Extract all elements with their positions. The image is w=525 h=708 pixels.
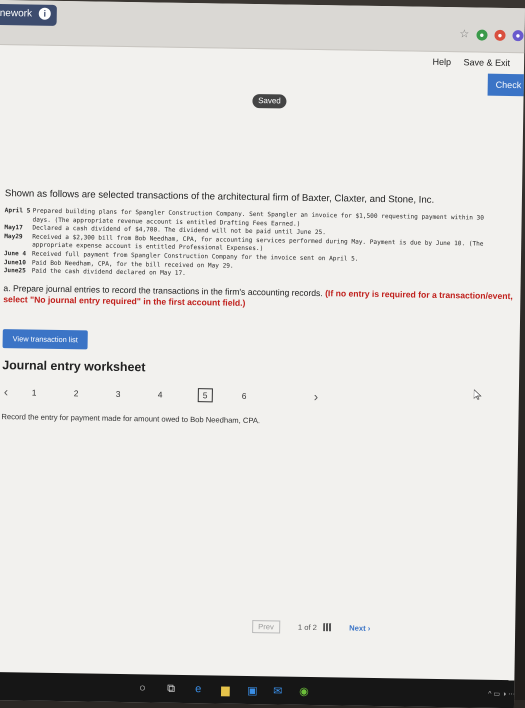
worksheet-pager: ‹ 1 2 3 4 5 6 ›	[2, 384, 322, 407]
homework-tab[interactable]: nework i	[0, 3, 57, 26]
star-icon[interactable]: ☆	[459, 28, 469, 40]
transaction-text: Paid the cash dividend declared on May 1…	[31, 267, 186, 278]
transaction-date: June25	[3, 267, 26, 275]
prev-button[interactable]: Prev	[252, 620, 280, 634]
homework-tab-label: nework	[0, 7, 33, 20]
worksheet-title: Journal entry worksheet	[2, 357, 146, 375]
grid-icon[interactable]	[323, 623, 332, 632]
instruction-text: a. Prepare journal entries to record the…	[3, 283, 518, 313]
next-button[interactable]: Next ›	[349, 624, 370, 633]
edge-browser-icon[interactable]: e	[195, 683, 201, 695]
transaction-date: May29	[4, 232, 23, 241]
profile-icon[interactable]: ●	[512, 30, 524, 42]
file-explorer-icon[interactable]: ▆	[221, 684, 230, 697]
page-button-6[interactable]: 6	[242, 391, 247, 401]
browser-extension-icons: ☆ ● ● ●	[455, 27, 524, 42]
search-icon[interactable]: ○	[139, 682, 146, 694]
chevron-left-icon[interactable]: ‹	[4, 384, 9, 399]
saved-status-badge: Saved	[252, 93, 287, 109]
page-button-2[interactable]: 2	[74, 388, 79, 398]
browser-screen: nework i ☆ ● ● ● Saved Help Save & Exit …	[0, 0, 525, 708]
info-icon[interactable]: i	[38, 7, 51, 20]
view-transaction-list-button[interactable]: View transaction list	[2, 328, 89, 350]
chevron-right-icon[interactable]: ›	[314, 389, 319, 404]
next-label: Next	[349, 623, 366, 633]
store-icon[interactable]: ▣	[247, 684, 258, 697]
save-exit-link[interactable]: Save & Exit	[463, 57, 510, 68]
page-button-1[interactable]: 1	[32, 387, 37, 397]
transaction-date: April 5	[4, 207, 31, 215]
mail-icon[interactable]: ✉	[273, 684, 282, 697]
page-button-4[interactable]: 4	[158, 389, 163, 399]
worksheet-description: Record the entry for payment made for am…	[1, 411, 261, 425]
journal-entry-worksheet: Journal entry worksheet ‹ 1 2 3 4 5 6 › …	[1, 358, 322, 453]
task-view-icon[interactable]: ⧉	[167, 683, 175, 696]
windows-taskbar: ○ ⧉ e ▆ ▣ ✉ ◉ ^ ▭ ◑ ⋯	[0, 671, 525, 708]
bottom-navigation: Prev 1 of 2 Next ›	[252, 620, 370, 634]
page-button-3[interactable]: 3	[116, 389, 121, 399]
help-link[interactable]: Help	[432, 57, 451, 67]
question-content: Shown as follows are selected transactio…	[1, 188, 520, 456]
extension-red-icon[interactable]: ●	[494, 29, 506, 41]
help-row: Help Save & Exit	[422, 57, 510, 68]
transaction-list: April 5 Prepared building plans for Spang…	[4, 207, 520, 284]
chrome-icon[interactable]: ◉	[299, 685, 309, 698]
question-intro: Shown as follows are selected transactio…	[4, 188, 435, 206]
mouse-cursor-icon	[473, 389, 482, 400]
question-count: 1 of 2	[297, 622, 318, 633]
top-bar: nework i ☆ ● ● ●	[0, 0, 525, 54]
check-my-work-button[interactable]: Check n	[487, 73, 525, 97]
system-tray: ^ ▭ ◑ ⋯	[488, 690, 516, 699]
extension-green-icon[interactable]: ●	[476, 29, 488, 41]
page-button-5[interactable]: 5	[197, 387, 213, 403]
